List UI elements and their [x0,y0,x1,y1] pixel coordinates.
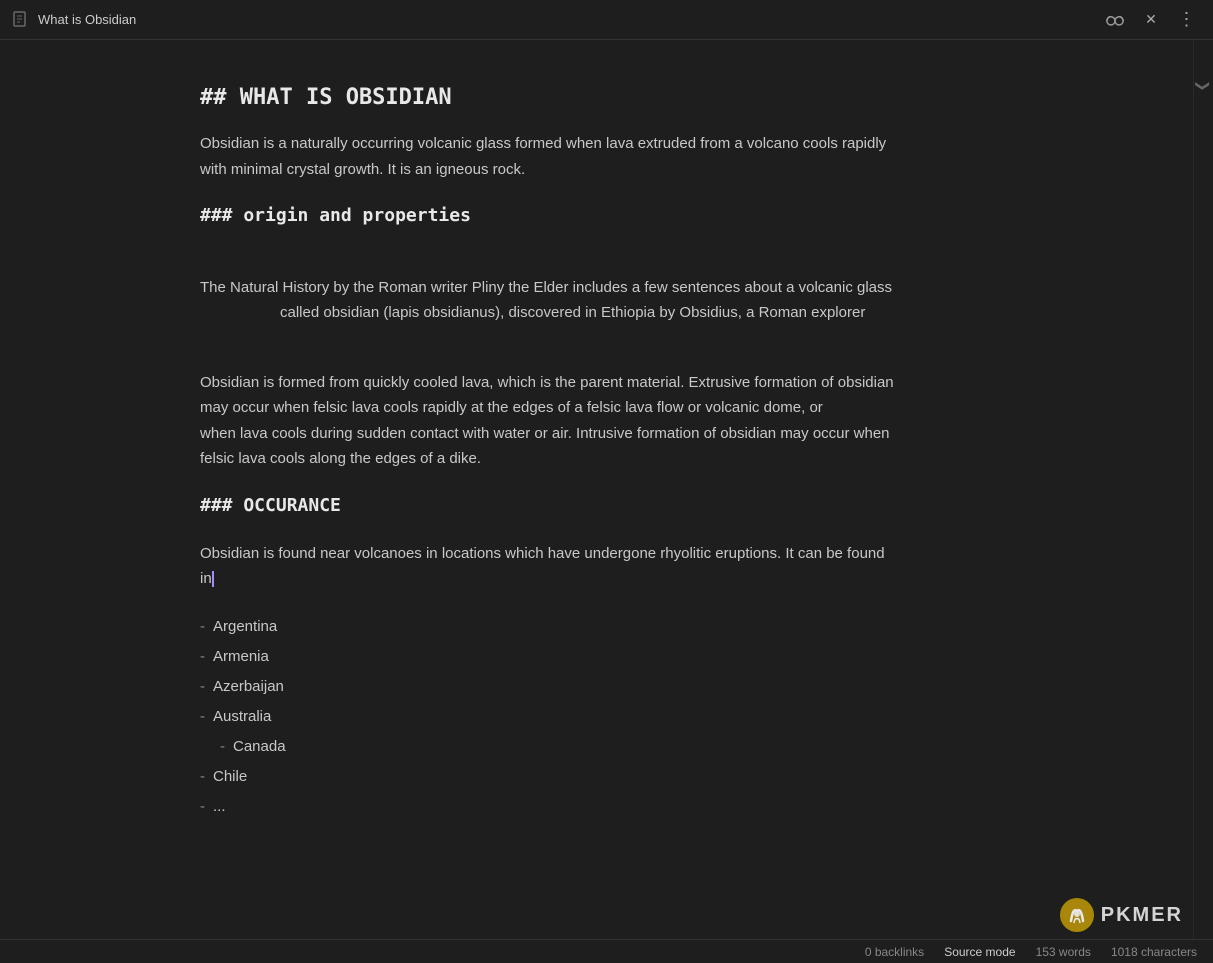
glasses-button[interactable] [1101,6,1129,34]
intro-paragraph: Obsidian is a naturally occurring volcan… [200,131,900,182]
pkmer-logo: PKMER [1059,897,1183,933]
list-item-label: Armenia [213,645,269,669]
pkmer-icon [1059,897,1095,933]
origin-paragraph: The Natural History by the Roman writer … [200,275,900,326]
list-item: - ... [200,792,900,822]
document-icon [12,11,30,29]
window-title: What is Obsidian [38,12,1101,27]
main-heading: ## WHAT IS OBSIDIAN [200,80,900,115]
occurrence-heading: ### OCCURANCE [200,492,900,521]
list-item-chile: - Chile [200,762,900,792]
list-item: - Argentina [200,612,900,642]
editor-content: ## WHAT IS OBSIDIAN Obsidian is a natura… [200,80,900,822]
blank-spacer-2 [200,346,900,370]
list-item: - Armenia [200,642,900,672]
main-layout: ## WHAT IS OBSIDIAN Obsidian is a natura… [0,40,1213,939]
more-icon: ⋮ [1178,9,1197,30]
list-item-label: ... [213,795,226,819]
list-item-label: Australia [213,705,271,729]
list-item-label: Chile [213,765,247,789]
title-bar: What is Obsidian ✕ ⋮ [0,0,1213,40]
blank-spacer-1 [200,251,900,275]
pkmer-text: PKMER [1101,904,1183,927]
backlinks-status: 0 backlinks [865,945,924,959]
list-dash: - [200,765,205,789]
collapse-sidebar-button[interactable]: ❯ [1196,80,1212,92]
list-dash: - [200,705,205,729]
list-item: - Azerbaijan [200,672,900,702]
text-cursor [212,571,214,587]
word-count-status: 153 words [1036,945,1091,959]
formation-paragraph: Obsidian is formed from quickly cooled l… [200,370,900,472]
list-dash: - [200,645,205,669]
right-panel: ❯ [1193,40,1213,939]
list-item: - Canada [200,732,900,762]
list-dash: - [200,675,205,699]
more-options-button[interactable]: ⋮ [1173,6,1201,34]
close-button[interactable]: ✕ [1137,6,1165,34]
editor-area[interactable]: ## WHAT IS OBSIDIAN Obsidian is a natura… [0,40,1193,939]
window-controls: ✕ ⋮ [1101,6,1201,34]
list-dash: - [200,615,205,639]
list-item: - Australia [200,702,900,732]
char-count-status: 1018 characters [1111,945,1197,959]
list-dash: - [220,735,225,759]
list-dash: - [200,795,205,819]
occurrence-intro: Obsidian is found near volcanoes in loca… [200,541,900,592]
list-item-label: Canada [233,735,286,759]
list-item-label: Azerbaijan [213,675,284,699]
origin-heading: ### origin and properties [200,202,900,231]
close-icon: ✕ [1145,11,1157,28]
list-item-label: Argentina [213,615,277,639]
source-mode-status[interactable]: Source mode [944,945,1015,959]
locations-list: - Argentina - Armenia - Azerbaijan - Aus… [200,612,900,822]
status-bar: 0 backlinks Source mode 153 words 1018 c… [0,939,1213,963]
